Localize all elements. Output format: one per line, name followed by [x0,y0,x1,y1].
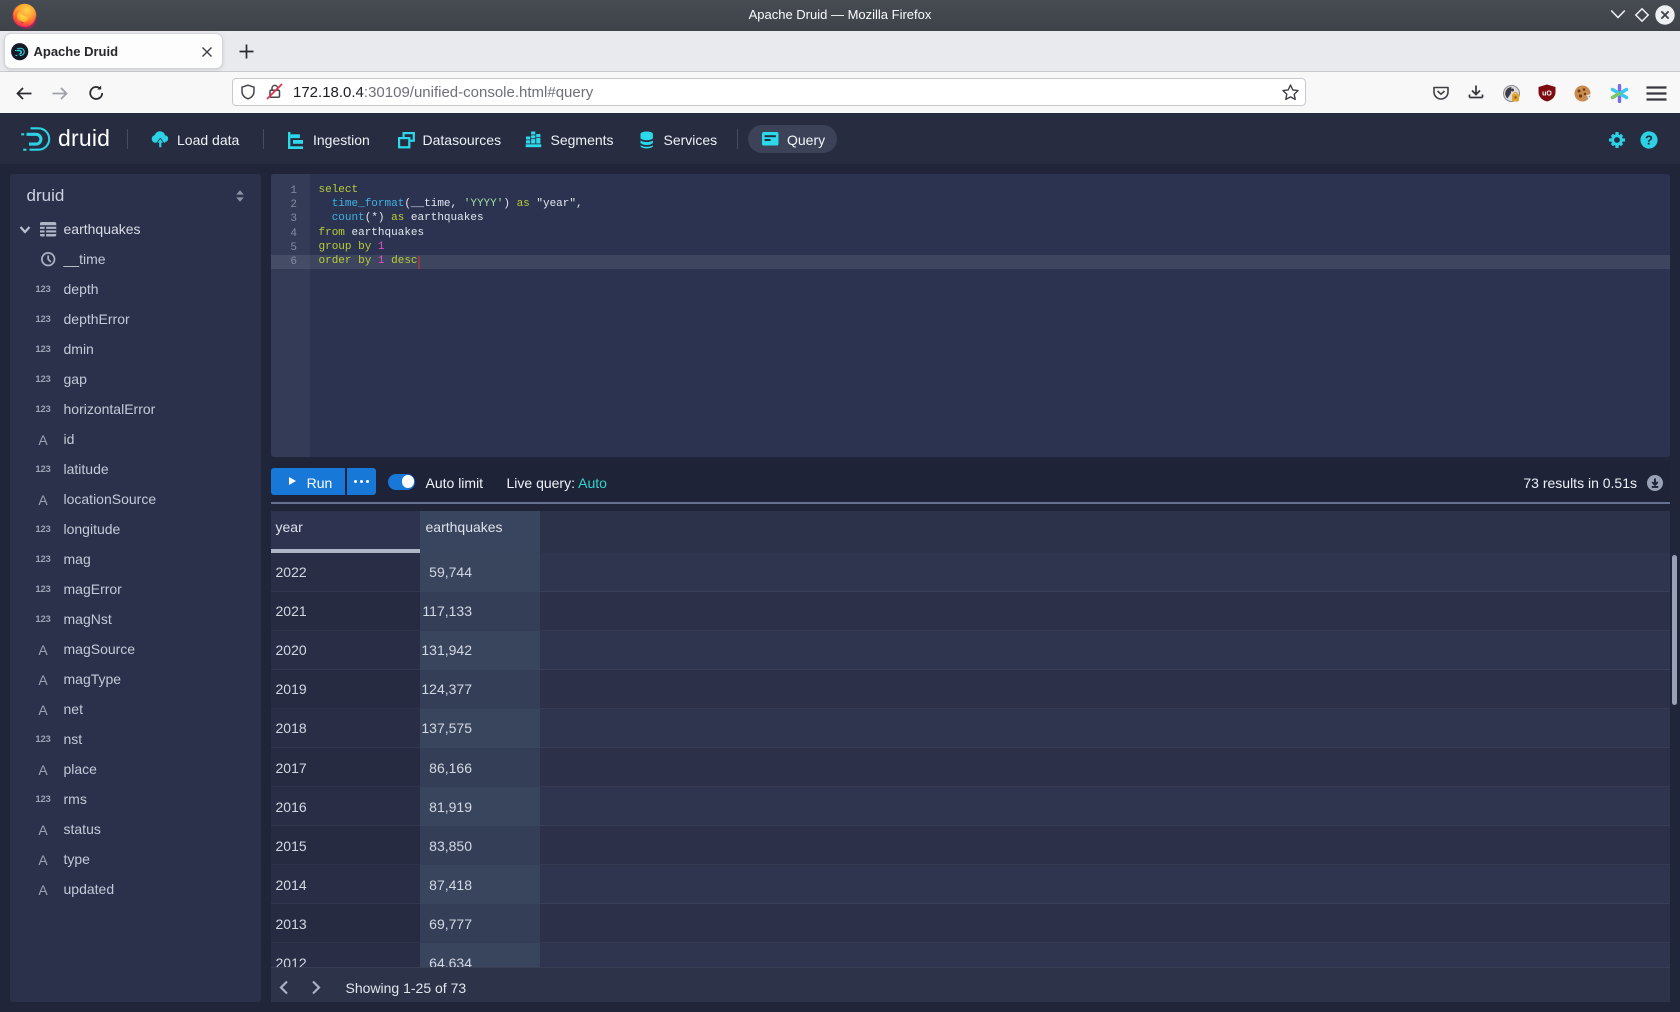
svg-text:?: ? [1645,132,1653,147]
svg-text:uO: uO [1542,91,1552,98]
